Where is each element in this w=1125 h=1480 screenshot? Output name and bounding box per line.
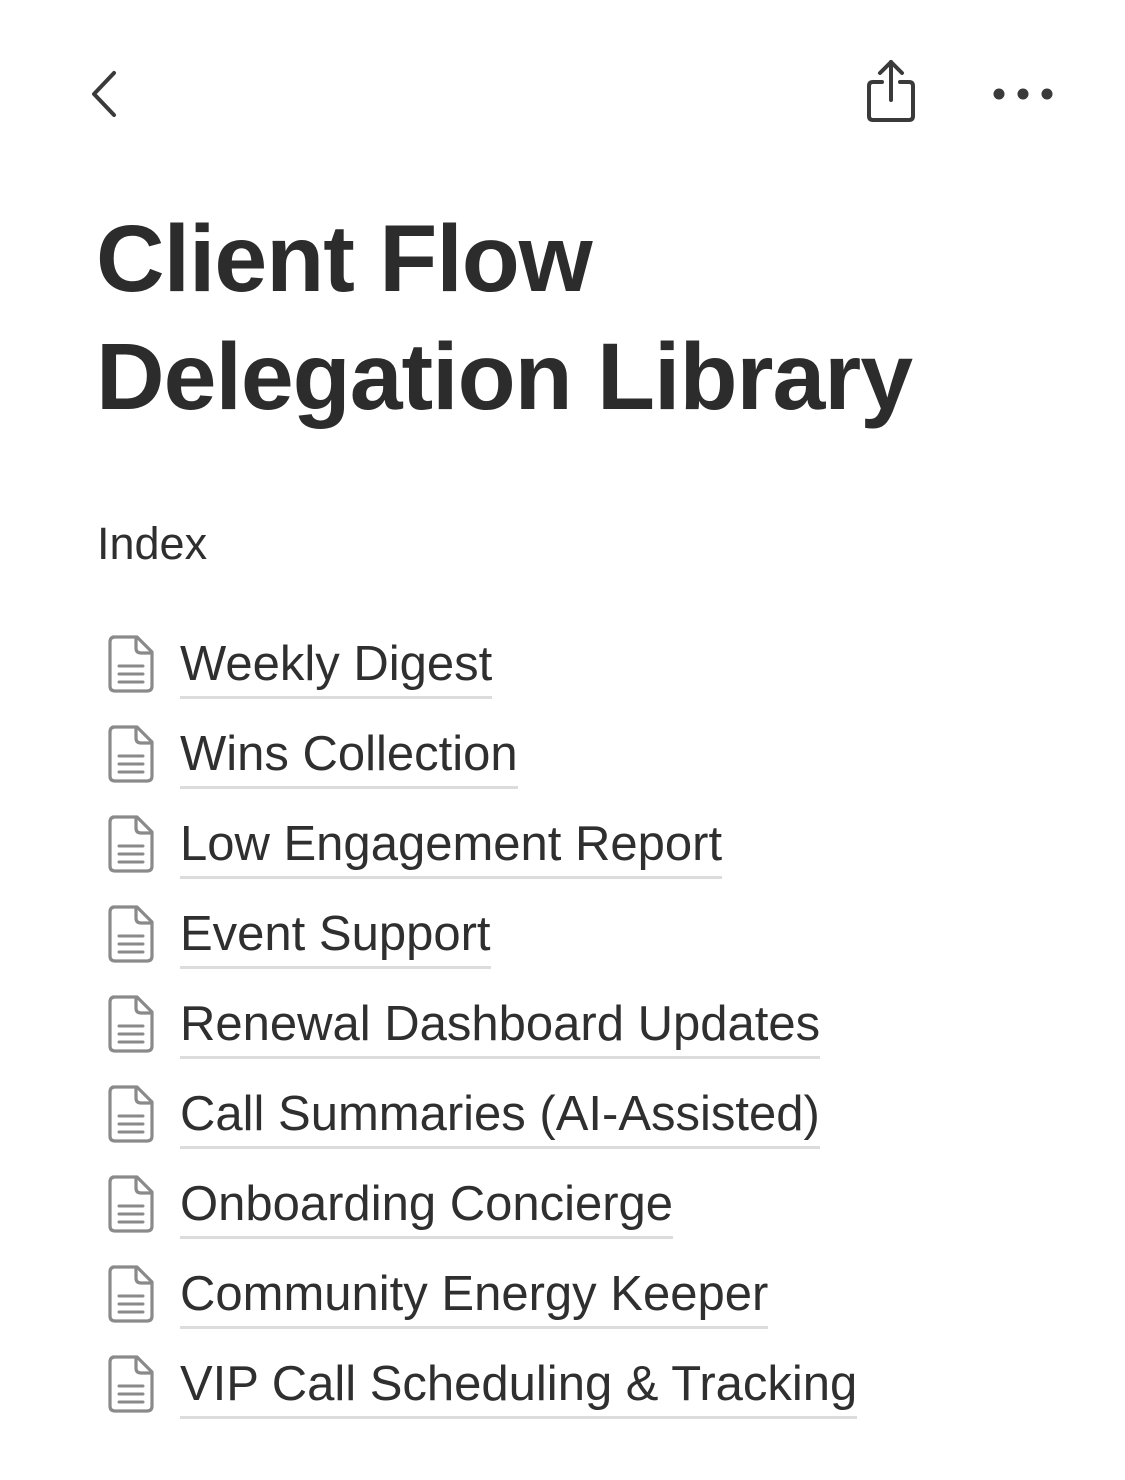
index-heading: Index bbox=[97, 518, 208, 569]
page-list: Weekly Digest Wins Collection Low Engage… bbox=[100, 620, 1100, 1430]
more-options-button[interactable] bbox=[982, 66, 1064, 122]
back-button[interactable] bbox=[74, 58, 134, 130]
page-link-item[interactable]: VIP Call Scheduling & Tracking bbox=[100, 1340, 1100, 1430]
page-document-icon bbox=[108, 905, 154, 963]
page-link-label[interactable]: Renewal Dashboard Updates bbox=[180, 994, 821, 1059]
page-document-icon bbox=[108, 815, 154, 873]
page-document-icon bbox=[108, 1175, 154, 1233]
chevron-left-icon bbox=[92, 71, 116, 117]
page-document-icon bbox=[108, 635, 154, 693]
page-title: Client Flow Delegation Library bbox=[96, 200, 1056, 436]
page-link-label[interactable]: Call Summaries (AI-Assisted) bbox=[180, 1084, 820, 1149]
page-link-item[interactable]: Wins Collection bbox=[100, 710, 1100, 800]
page-link-item[interactable]: Call Summaries (AI-Assisted) bbox=[100, 1070, 1100, 1160]
page-link-item[interactable]: Renewal Dashboard Updates bbox=[100, 980, 1100, 1070]
page-link-label[interactable]: Wins Collection bbox=[180, 724, 518, 789]
page-document-icon bbox=[108, 1085, 154, 1143]
share-icon bbox=[867, 60, 915, 122]
top-navigation-bar bbox=[0, 0, 1125, 190]
page-link-item[interactable]: Low Engagement Report bbox=[100, 800, 1100, 890]
page-document-icon bbox=[108, 995, 154, 1053]
page-link-label[interactable]: Onboarding Concierge bbox=[180, 1174, 674, 1239]
page-link-label[interactable]: Event Support bbox=[180, 904, 491, 969]
page-title-line-1: Client Flow bbox=[96, 206, 593, 312]
page-document-icon bbox=[108, 1265, 154, 1323]
page-link-label[interactable]: Community Energy Keeper bbox=[180, 1264, 769, 1329]
page-title-line-2: Delegation Library bbox=[96, 324, 913, 430]
share-button[interactable] bbox=[856, 52, 926, 128]
page-link-label[interactable]: VIP Call Scheduling & Tracking bbox=[180, 1354, 858, 1419]
page-document-icon bbox=[108, 725, 154, 783]
page-document-icon bbox=[108, 1355, 154, 1413]
page-link-label[interactable]: Low Engagement Report bbox=[180, 814, 723, 879]
page-link-item[interactable]: Onboarding Concierge bbox=[100, 1160, 1100, 1250]
more-horizontal-icon bbox=[993, 88, 1053, 100]
page-link-item[interactable]: Event Support bbox=[100, 890, 1100, 980]
page-link-item[interactable]: Community Energy Keeper bbox=[100, 1250, 1100, 1340]
page-link-label[interactable]: Weekly Digest bbox=[180, 634, 493, 699]
page-link-item[interactable]: Weekly Digest bbox=[100, 620, 1100, 710]
